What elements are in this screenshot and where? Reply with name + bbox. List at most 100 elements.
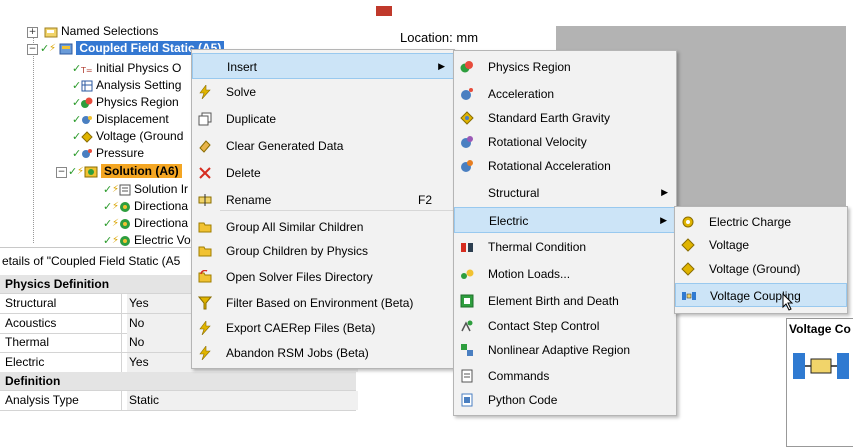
insert-item-motion-loads[interactable]: Motion Loads... (454, 261, 676, 287)
menu-item-export-caerep-files-beta[interactable]: Export CAERep Files (Beta) (192, 315, 454, 341)
menu-item-label: Clear Generated Data (226, 139, 344, 153)
menu-item-label: Solve (226, 85, 257, 99)
insert-item-rotational-acceleration[interactable]: Rotational Acceleration (454, 153, 676, 179)
tree-label: Initial Physics O (96, 61, 182, 75)
menu-item-label: Thermal Condition (488, 240, 587, 254)
tree-label-solution: Solution (A6) (101, 164, 182, 178)
bolt-icon: ⚡ (112, 218, 120, 230)
check-icon: ✓ (72, 130, 82, 144)
insert-item-electric[interactable]: Electric ▶ (454, 207, 676, 233)
tree-item-displacement[interactable]: ✓ Displacement (72, 111, 169, 128)
menu-item-insert[interactable]: Insert ▶ (192, 53, 454, 79)
solution-icon (84, 166, 98, 178)
tree-item-physics-region[interactable]: ✓ Physics Region (72, 94, 179, 111)
result-icon (119, 201, 131, 213)
insert-item-standard-earth-gravity[interactable]: Standard Earth Gravity (454, 105, 676, 131)
electric-item-voltage-coupling[interactable]: Voltage Coupling (675, 283, 847, 307)
acceleration-icon (460, 87, 474, 101)
menu-item-label: Rotational Acceleration (488, 159, 611, 173)
electric-item-electric-charge[interactable]: Electric Charge (675, 210, 847, 234)
export-icon (198, 320, 212, 336)
details-category[interactable]: Definition (0, 372, 356, 391)
folder-icon (198, 220, 212, 234)
check-icon: ✓ (103, 183, 113, 197)
details-row-analysis-type[interactable]: Analysis Type Static (0, 391, 358, 412)
menu-item-clear-generated-data[interactable]: Clear Generated Data (192, 133, 454, 159)
category-label: Physics Definition (5, 277, 110, 291)
thermometer-icon: T=0 (80, 63, 98, 75)
context-menu: Insert ▶ Solve Duplicate Clear Generated Dat… (191, 49, 455, 369)
tree-label: Named Selections (61, 24, 159, 38)
menu-item-label: Motion Loads... (488, 267, 571, 281)
menu-item-label: Python Code (488, 393, 558, 407)
menu-item-label: Commands (488, 369, 550, 383)
pressure-icon (81, 148, 93, 160)
bolt-icon: ⚡ (49, 43, 57, 55)
collapse-toggle[interactable]: − (27, 44, 38, 55)
tree-item-initial-physics[interactable]: ✓T=0Initial Physics O (72, 60, 181, 77)
menu-item-delete[interactable]: Delete (192, 160, 454, 186)
electric-submenu: Electric Charge Voltage Voltage (Ground) Vo… (674, 206, 848, 314)
tree-label: Electric Vo (134, 233, 191, 247)
tree-label: Analysis Setting (96, 78, 182, 92)
insert-item-structural[interactable]: Structural ▶ (454, 180, 676, 206)
tree-item-directional-1[interactable]: ✓⚡ Directiona (103, 198, 188, 215)
menu-item-group-children-by-physics[interactable]: Group Children by Physics (192, 238, 454, 264)
location-readout: Location: mm (400, 30, 478, 45)
adaptive-region-icon (460, 343, 474, 357)
menu-item-label: Insert (227, 60, 258, 74)
open-folder-icon (198, 269, 212, 284)
location-value: mm (456, 30, 479, 45)
menu-item-label: Structural (488, 186, 540, 200)
thermal-condition-icon (460, 240, 474, 254)
physics-region-icon (460, 60, 474, 74)
tree-item-pressure[interactable]: ✓ Pressure (72, 145, 144, 162)
menu-item-label: Abandon RSM Jobs (Beta) (226, 346, 369, 360)
menu-item-duplicate[interactable]: Duplicate (192, 106, 454, 132)
preview-title: Voltage Co (789, 322, 851, 336)
insert-item-thermal-condition[interactable]: Thermal Condition (454, 234, 676, 260)
tree-item-solution[interactable]: ✓⚡ Solution (A6) (68, 163, 182, 180)
menu-item-solve[interactable]: Solve (192, 79, 454, 105)
menu-item-label: Voltage (709, 238, 750, 252)
delete-icon (198, 166, 212, 180)
menu-item-open-solver-files-directory[interactable]: Open Solver Files Directory (192, 264, 454, 290)
voltage-coupling-icon (682, 289, 696, 303)
tree-item-directional-2[interactable]: ✓⚡ Directiona (103, 215, 188, 232)
electric-item-voltage[interactable]: Voltage (675, 233, 847, 257)
insert-item-nonlinear-adaptive-region[interactable]: Nonlinear Adaptive Region (454, 337, 676, 363)
insert-item-contact-step-control[interactable]: Contact Step Control (454, 313, 676, 339)
insert-item-rotational-velocity[interactable]: Rotational Velocity (454, 129, 676, 155)
menu-item-filter-based-on-environment-beta[interactable]: Filter Based on Environment (Beta) (192, 290, 454, 316)
insert-item-python-code[interactable]: Python Code (454, 387, 676, 413)
menu-item-group-all-similar-children[interactable]: Group All Similar Children (192, 214, 454, 240)
bolt-icon: ⚡ (112, 184, 120, 196)
insert-item-element-birth-and-death[interactable]: Element Birth and Death (454, 288, 676, 314)
collapse-toggle[interactable]: − (56, 167, 67, 178)
electric-item-voltage-ground[interactable]: Voltage (Ground) (675, 257, 847, 281)
expand-toggle[interactable]: + (27, 27, 38, 38)
contact-step-icon (460, 319, 474, 333)
tree-item-voltage-ground[interactable]: ✓ Voltage (Ground (72, 128, 183, 145)
insert-item-physics-region[interactable]: Physics Region (454, 54, 676, 80)
tree-item-named-selections[interactable]: Named Selections (44, 23, 158, 40)
motion-loads-icon (460, 267, 474, 281)
abandon-icon (198, 345, 212, 361)
electric-charge-icon (681, 215, 695, 229)
tree-label: Voltage (Ground (96, 129, 184, 143)
menu-item-label: Group Children by Physics (226, 244, 369, 258)
tree-label: Directiona (134, 199, 189, 213)
menu-item-abandon-rsm-jobs-beta[interactable]: Abandon RSM Jobs (Beta) (192, 340, 454, 366)
tree-item-analysis-settings[interactable]: ✓ Analysis Setting (72, 77, 181, 94)
duplicate-icon (198, 112, 212, 126)
insert-item-commands[interactable]: Commands (454, 363, 676, 389)
check-icon: ✓ (72, 113, 82, 127)
category-label: Definition (5, 374, 61, 388)
property-value[interactable]: Static (127, 391, 358, 411)
tree-item-solution-info[interactable]: ✓⚡ Solution Ir (103, 181, 188, 198)
tree-label: Physics Region (96, 95, 179, 109)
physics-region-icon (81, 97, 93, 109)
insert-item-acceleration[interactable]: Acceleration (454, 81, 676, 107)
commands-icon (460, 369, 474, 383)
menu-item-label: Electric (489, 214, 529, 228)
